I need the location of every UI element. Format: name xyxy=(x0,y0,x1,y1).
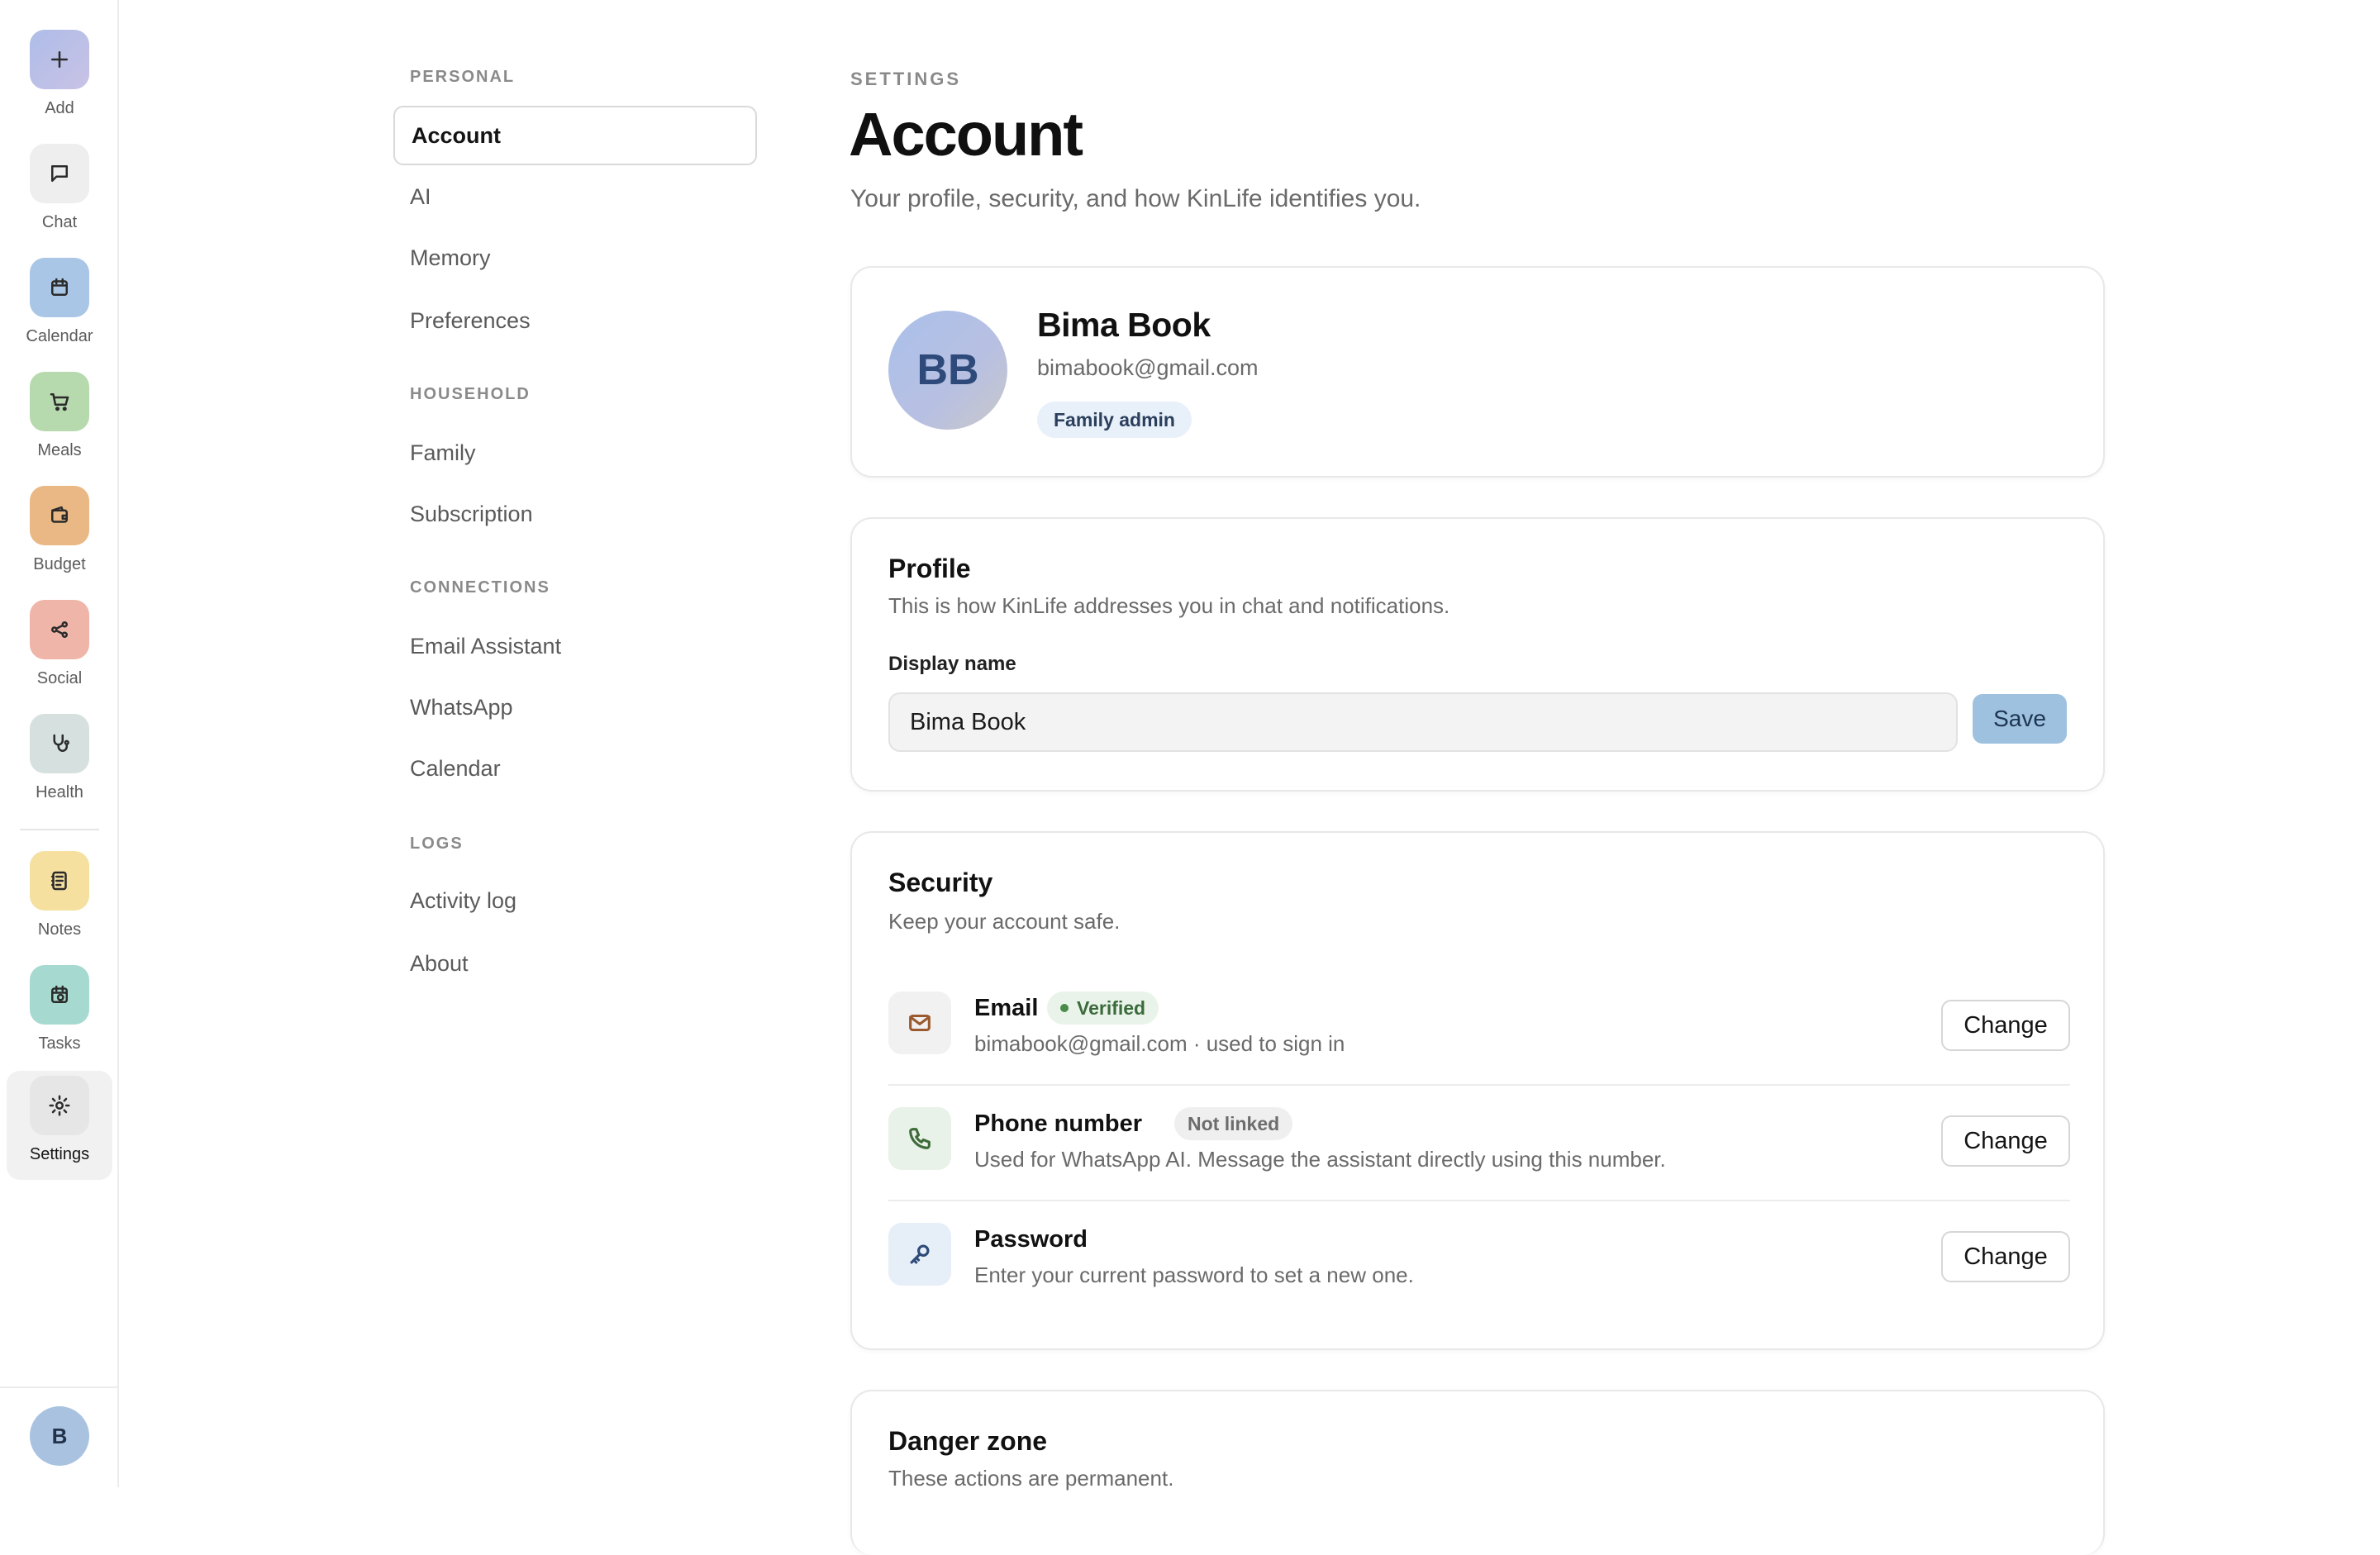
identity-card: BB Bima Book bimabook@gmail.com Family a… xyxy=(850,266,2105,478)
security-card: Security Keep your account safe. Email V… xyxy=(850,831,2105,1350)
rail-bottom-divider xyxy=(0,1386,119,1388)
stethoscope-icon xyxy=(30,714,89,773)
nav-item-calendar[interactable]: Calendar xyxy=(393,739,757,798)
key-icon xyxy=(888,1223,951,1286)
role-badge: Family admin xyxy=(1037,402,1192,438)
nav-item-subscription[interactable]: Subscription xyxy=(393,484,757,544)
rail-label-health: Health xyxy=(36,783,83,801)
nav-heading-connections: CONNECTIONS xyxy=(410,578,550,597)
gear-icon xyxy=(30,1076,89,1135)
password-row-title: Password xyxy=(974,1226,1088,1253)
status-dot-icon xyxy=(1060,1004,1069,1012)
email-row-description: bimabook@gmail.com · used to sign in xyxy=(974,1031,1345,1056)
nav-item-activity-log[interactable]: Activity log xyxy=(393,871,757,930)
security-row-email: Email Verified bimabook@gmail.com · used… xyxy=(888,970,2070,1086)
rail-divider xyxy=(20,829,99,830)
rail-label-settings: Settings xyxy=(29,1145,90,1163)
chat-bubble-icon xyxy=(30,144,89,203)
security-row-password: Password Enter your current password to … xyxy=(888,1201,2070,1317)
rail-item-settings[interactable]: Settings xyxy=(7,1071,112,1180)
rail-label-chat: Chat xyxy=(41,213,78,231)
security-row-phone: Phone number Not linked Used for WhatsAp… xyxy=(888,1086,2070,1201)
rail-item-tasks[interactable]: Tasks xyxy=(7,960,112,1069)
rail-label-calendar: Calendar xyxy=(26,327,93,345)
nav-item-email-assistant[interactable]: Email Assistant xyxy=(393,616,757,676)
rail-label-tasks: Tasks xyxy=(38,1034,81,1053)
security-title: Security xyxy=(888,868,993,897)
save-button[interactable]: Save xyxy=(1973,694,2067,744)
profile-title: Profile xyxy=(888,554,971,583)
rail-label-add: Add xyxy=(45,99,74,117)
wallet-icon xyxy=(30,486,89,545)
display-name-label: Display name xyxy=(888,653,1016,675)
page-eyebrow: SETTINGS xyxy=(850,69,962,89)
nav-item-about[interactable]: About xyxy=(393,934,757,993)
change-phone-button[interactable]: Change xyxy=(1941,1115,2070,1167)
danger-zone-card: Danger zone These actions are permanent. xyxy=(850,1390,2105,1555)
app-rail: Add Chat Calendar Meals Budget Social He… xyxy=(0,0,119,1487)
rail-item-chat[interactable]: Chat xyxy=(7,139,112,248)
rail-item-notes[interactable]: Notes xyxy=(7,846,112,955)
danger-zone-title: Danger zone xyxy=(888,1426,1048,1456)
phone-row-description: Used for WhatsApp AI. Message the assist… xyxy=(974,1147,1666,1172)
user-name: Bima Book xyxy=(1037,306,1211,344)
phone-row-title: Phone number xyxy=(974,1110,1143,1137)
rail-item-social[interactable]: Social xyxy=(7,595,112,704)
rail-label-meals: Meals xyxy=(37,441,82,459)
nav-heading-household: HOUSEHOLD xyxy=(410,385,531,403)
email-row-title: Email xyxy=(974,995,1039,1021)
nav-item-account[interactable]: Account xyxy=(393,106,757,165)
not-linked-badge: Not linked xyxy=(1174,1107,1293,1140)
phone-icon xyxy=(888,1107,951,1170)
share-icon xyxy=(30,600,89,659)
notebook-icon xyxy=(30,851,89,911)
rail-item-meals[interactable]: Meals xyxy=(7,367,112,476)
user-email: bimabook@gmail.com xyxy=(1037,355,1259,380)
rail-item-add[interactable]: Add xyxy=(7,25,112,134)
verified-badge-label: Verified xyxy=(1077,996,1146,1019)
security-subtitle: Keep your account safe. xyxy=(888,909,1121,934)
nav-item-whatsapp[interactable]: WhatsApp xyxy=(393,678,757,737)
nav-item-memory[interactable]: Memory xyxy=(393,228,757,288)
danger-zone-subtitle: These actions are permanent. xyxy=(888,1466,1174,1491)
plus-icon xyxy=(30,30,89,89)
nav-heading-logs: LOGS xyxy=(410,835,464,853)
verified-badge: Verified xyxy=(1047,991,1159,1025)
cart-icon xyxy=(30,372,89,431)
rail-label-notes: Notes xyxy=(37,920,82,939)
display-name-input[interactable] xyxy=(888,692,1958,752)
nav-item-family[interactable]: Family xyxy=(393,423,757,483)
change-password-button[interactable]: Change xyxy=(1941,1231,2070,1282)
rail-label-social: Social xyxy=(36,669,83,687)
mail-icon xyxy=(888,991,951,1054)
task-calendar-icon xyxy=(30,965,89,1025)
rail-item-budget[interactable]: Budget xyxy=(7,481,112,590)
profile-subtitle: This is how KinLife addresses you in cha… xyxy=(888,593,1450,618)
nav-item-ai[interactable]: AI xyxy=(393,167,757,226)
profile-avatar: BB xyxy=(888,311,1007,430)
nav-heading-personal: PERSONAL xyxy=(410,68,516,86)
rail-label-budget: Budget xyxy=(33,555,86,573)
user-avatar[interactable]: B xyxy=(30,1406,89,1466)
password-row-description: Enter your current password to set a new… xyxy=(974,1263,1414,1287)
page-title: Account xyxy=(849,100,1083,169)
rail-item-health[interactable]: Health xyxy=(7,709,112,818)
page-subtitle: Your profile, security, and how KinLife … xyxy=(850,185,1421,212)
calendar-icon xyxy=(30,258,89,317)
nav-item-preferences[interactable]: Preferences xyxy=(393,291,757,350)
profile-card: Profile This is how KinLife addresses yo… xyxy=(850,517,2105,792)
change-email-button[interactable]: Change xyxy=(1941,1000,2070,1051)
rail-item-calendar[interactable]: Calendar xyxy=(7,253,112,362)
